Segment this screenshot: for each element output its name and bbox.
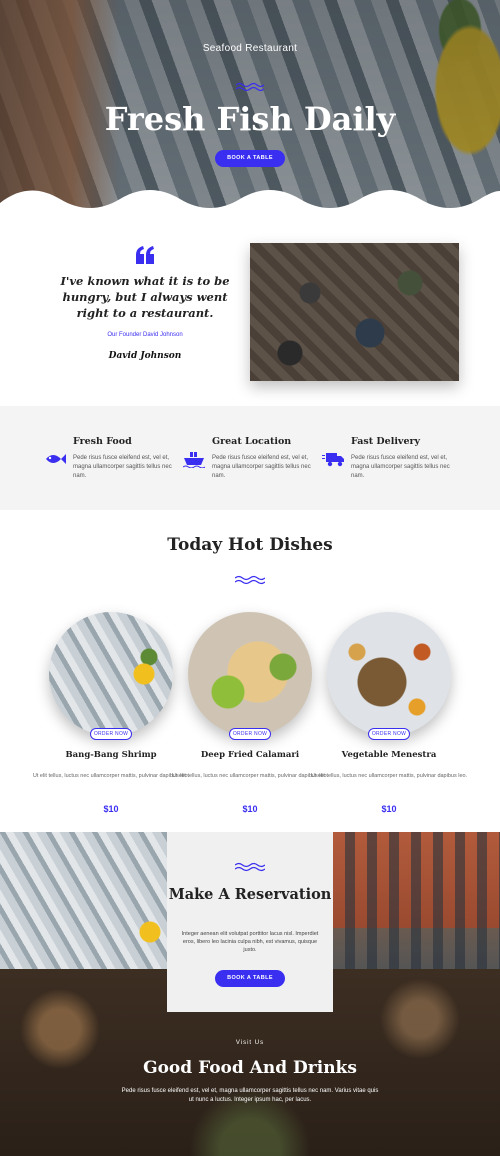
restaurant-exterior-photo xyxy=(333,832,500,969)
feature-title: Fresh Food xyxy=(73,436,132,447)
dish-price: $10 xyxy=(103,804,119,814)
feature-text: Pede risus fusce eleifend est, vel et, m… xyxy=(212,455,311,479)
restaurant-photo xyxy=(250,243,459,381)
dish-image xyxy=(327,612,451,736)
signature: David Johnson xyxy=(108,351,182,361)
dish-image xyxy=(49,612,173,736)
section-title: Today Hot Dishes xyxy=(167,535,333,555)
dish-name: Vegetable Menestra xyxy=(341,750,437,760)
waves-icon xyxy=(236,82,264,92)
dish-description: Ut elit tellus, luctus nec ullamcorper m… xyxy=(310,773,468,779)
waves-icon xyxy=(235,575,265,585)
truck-icon xyxy=(322,453,344,467)
reservation-text: Integer aenean elit volutpat porttitor l… xyxy=(181,931,319,953)
quote-icon xyxy=(136,246,154,264)
visit-label: Visit Us xyxy=(235,1040,265,1046)
quote-text: I've known what it is to be hungry, but … xyxy=(60,274,230,320)
waves-icon xyxy=(235,862,265,872)
reservation-card: Make A Reservation Integer aenean elit v… xyxy=(167,832,333,1012)
hero-section: Seafood Restaurant Fresh Fish Daily BOOK… xyxy=(0,0,500,215)
wave-divider xyxy=(0,190,500,215)
dish-price: $10 xyxy=(242,804,258,814)
visit-text: Pede risus fusce eleifend est, vel et, m… xyxy=(121,1088,379,1103)
feature-title: Fast Delivery xyxy=(351,436,421,447)
features-section: Fresh Food Pede risus fusce eleifend est… xyxy=(0,406,500,510)
order-now-button[interactable]: ORDER NOW xyxy=(368,728,410,740)
dish-card: ORDER NOW Bang-Bang Shrimp Ut elit tellu… xyxy=(33,612,189,814)
dish-card: ORDER NOW Vegetable Menestra Ut elit tel… xyxy=(311,612,467,814)
feature-text: Pede risus fusce eleifend est, vel et, m… xyxy=(73,455,172,479)
ship-icon xyxy=(183,452,205,468)
hero-subtitle: Seafood Restaurant xyxy=(202,43,298,54)
reservation-title: Make A Reservation xyxy=(168,886,332,903)
fish-icon xyxy=(46,454,66,464)
quote-founder: Our Founder David Johnson xyxy=(107,332,183,338)
dish-price: $10 xyxy=(381,804,397,814)
feature-title: Great Location xyxy=(212,436,292,447)
order-now-button[interactable]: ORDER NOW xyxy=(90,728,132,740)
fish-board-photo xyxy=(0,832,167,969)
dish-card: ORDER NOW Deep Fried Calamari Ut elit te… xyxy=(172,612,328,814)
feature-text: Pede risus fusce eleifend est, vel et, m… xyxy=(351,455,450,479)
hero-title: Fresh Fish Daily xyxy=(104,100,396,138)
dish-image xyxy=(188,612,312,736)
book-table-button[interactable]: BOOK A TABLE xyxy=(215,150,285,167)
visit-title: Good Food And Drinks xyxy=(143,1058,357,1078)
order-now-button[interactable]: ORDER NOW xyxy=(229,728,271,740)
book-table-button[interactable]: BOOK A TABLE xyxy=(215,970,285,987)
